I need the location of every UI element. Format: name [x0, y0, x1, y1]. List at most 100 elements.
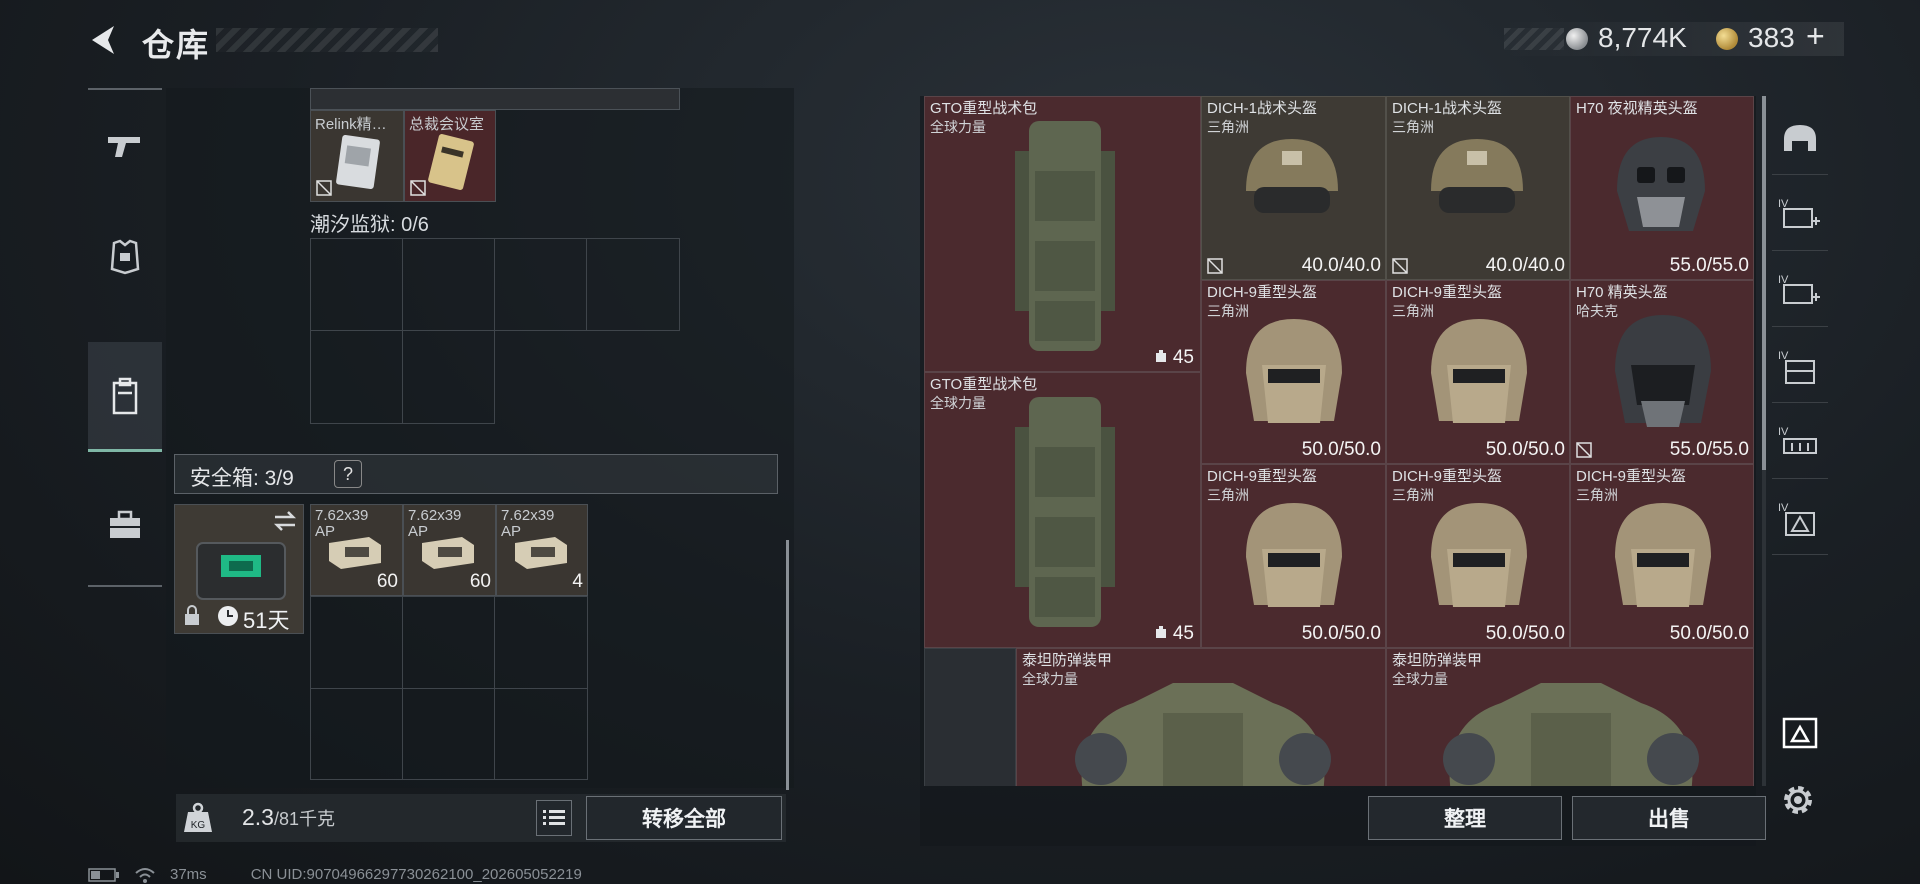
nav-armor[interactable] — [88, 202, 162, 312]
filter-backpack[interactable]: IV — [1772, 332, 1828, 403]
helmet-item[interactable]: DICH-9重型头盔 三角洲 50.0/50.0 — [1386, 464, 1570, 648]
helmet-item[interactable]: H70 夜视精英头盔 55.0/55.0 — [1570, 96, 1754, 280]
ammo-count: 60 — [376, 571, 398, 592]
safebox-label: 安全箱: 3/9 — [190, 467, 294, 490]
tier-label: IV — [1778, 426, 1789, 438]
keycard-item[interactable]: 总裁会议室 — [404, 110, 496, 202]
empty-slot[interactable] — [586, 238, 680, 331]
helmet-item[interactable]: DICH-9重型头盔 三角洲 50.0/50.0 — [1570, 464, 1754, 648]
item-durability: 50.0/50.0 — [1301, 439, 1381, 460]
helmet-item[interactable]: DICH-9重型头盔 三角洲 50.0/50.0 — [1201, 464, 1386, 648]
safebox-container[interactable]: 51天 — [174, 504, 304, 634]
helmet-item[interactable]: DICH-1战术头盔 三角洲 40.0/40.0 — [1201, 96, 1386, 280]
container-filter-icon: IV — [1778, 502, 1815, 536]
item-durability: 50.0/50.0 — [1485, 623, 1565, 644]
left-category-nav — [88, 88, 162, 587]
gold-coin-icon — [1716, 28, 1738, 50]
keycard-item[interactable]: Relink精… — [310, 110, 404, 202]
item-durability: 55.0/55.0 — [1669, 255, 1749, 276]
armor-item[interactable]: 泰坦防弹装甲 全球力量 — [1016, 648, 1386, 786]
transfer-all-button[interactable]: 转移全部 — [586, 796, 782, 840]
empty-slot[interactable] — [924, 648, 1016, 786]
help-icon[interactable]: ? — [334, 460, 362, 488]
empty-slot[interactable] — [402, 330, 495, 424]
filter-rig[interactable]: IV — [1772, 408, 1828, 479]
ammo-box-image — [329, 537, 381, 569]
filter-case[interactable] — [1772, 696, 1828, 766]
backpack-item[interactable]: GTO重型战术包 全球力量 45 — [924, 96, 1201, 372]
stash-grid: GTO重型战术包 全球力量 45 GTO重型战术包 全球力量 45 DICH-1… — [924, 96, 1754, 786]
item-durability: 50.0/50.0 — [1301, 623, 1381, 644]
ammo-item[interactable]: 7.62x39 AP 60 — [310, 504, 403, 596]
swap-icon[interactable] — [271, 509, 299, 533]
armor-filter-icon: IV — [1778, 198, 1820, 228]
ammo-item[interactable]: 7.62x39 AP 4 — [496, 504, 588, 596]
helmet-image — [1246, 319, 1342, 423]
backpack-filter-icon: IV — [1778, 350, 1815, 384]
silver-balance: 8,774K — [1598, 22, 1687, 53]
empty-slot[interactable] — [402, 238, 495, 331]
helmet-item[interactable]: DICH-1战术头盔 三角洲 40.0/40.0 — [1386, 96, 1570, 280]
ammo-item[interactable]: 7.62x39 AP 60 — [403, 504, 496, 596]
helmet-image — [1431, 503, 1527, 607]
no-trade-icon — [1392, 258, 1408, 274]
wifi-icon — [135, 867, 155, 883]
list-view-button[interactable] — [536, 800, 572, 836]
weight-max: /81千克 — [273, 809, 336, 829]
empty-slot[interactable] — [310, 596, 403, 689]
nav-case[interactable] — [88, 470, 162, 580]
backpack-item[interactable]: GTO重型战术包 全球力量 45 — [924, 372, 1201, 648]
list-icon — [543, 810, 565, 825]
ping-value: 37ms — [170, 866, 207, 883]
armor-image — [1443, 683, 1699, 786]
filter-armor[interactable]: IV — [1772, 180, 1828, 251]
stash-scroll-thumb[interactable] — [1762, 96, 1766, 470]
empty-slot[interactable] — [494, 596, 588, 689]
filter-chest-rig[interactable]: IV — [1772, 256, 1828, 327]
organize-button[interactable]: 整理 — [1368, 796, 1562, 840]
title-decoration — [216, 28, 438, 52]
rig-filter-icon: IV — [1778, 426, 1817, 454]
empty-slot[interactable] — [402, 596, 495, 689]
item-name: 总裁会议室 — [409, 116, 485, 133]
battery-icon — [88, 867, 119, 882]
ammo-box-image — [422, 537, 474, 569]
case-icon — [110, 510, 140, 538]
helmet-item[interactable]: DICH-9重型头盔 三角洲 50.0/50.0 — [1386, 280, 1570, 464]
helmet-item[interactable]: H70 精英头盔 哈夫克 55.0/55.0 — [1570, 280, 1754, 464]
filter-helmet[interactable] — [1772, 104, 1828, 175]
empty-slot[interactable] — [310, 688, 403, 780]
safebox-expiry: 51天 — [243, 608, 290, 633]
empty-slot[interactable] — [310, 330, 403, 424]
armor-item[interactable]: 泰坦防弹装甲 全球力量 — [1386, 648, 1754, 786]
capacity-icon — [1156, 350, 1166, 362]
lock-icon — [185, 605, 199, 625]
case-filter-icon — [1782, 717, 1818, 749]
helmet-image — [1246, 139, 1338, 213]
left-scrollbar[interactable] — [786, 540, 789, 790]
item-name: DICH-9重型头盔 — [1576, 468, 1687, 485]
settings-gear-icon[interactable] — [1778, 780, 1818, 820]
no-trade-icon — [1576, 442, 1592, 458]
empty-slot[interactable] — [310, 238, 403, 331]
helmet-item[interactable]: DICH-9重型头盔 三角洲 50.0/50.0 — [1201, 280, 1386, 464]
status-bar: 37ms CN UID:9070496629773026210​0_202605… — [88, 866, 582, 883]
weight-value: 2.3/81千克 — [242, 804, 335, 831]
sell-button[interactable]: 出售 — [1572, 796, 1766, 840]
filter-container[interactable]: IV — [1772, 484, 1828, 555]
add-currency-button[interactable]: + — [1806, 18, 1825, 55]
empty-slot[interactable] — [402, 688, 495, 780]
prison-key-grid — [310, 238, 680, 424]
backpack-image — [1015, 121, 1115, 351]
empty-slot[interactable] — [494, 238, 587, 331]
silver-coin-icon — [1566, 28, 1588, 50]
nav-weapon[interactable] — [88, 90, 162, 200]
helmet-image — [1617, 137, 1705, 231]
page-title: 仓库 — [142, 27, 211, 63]
back-arrow-icon[interactable] — [84, 20, 124, 60]
helmet-image — [1615, 503, 1711, 607]
empty-slot[interactable] — [494, 688, 588, 780]
nav-backpack[interactable] — [88, 342, 162, 452]
capacity-icon — [1156, 626, 1166, 638]
ammo-name: 7.62x39 — [315, 507, 369, 524]
